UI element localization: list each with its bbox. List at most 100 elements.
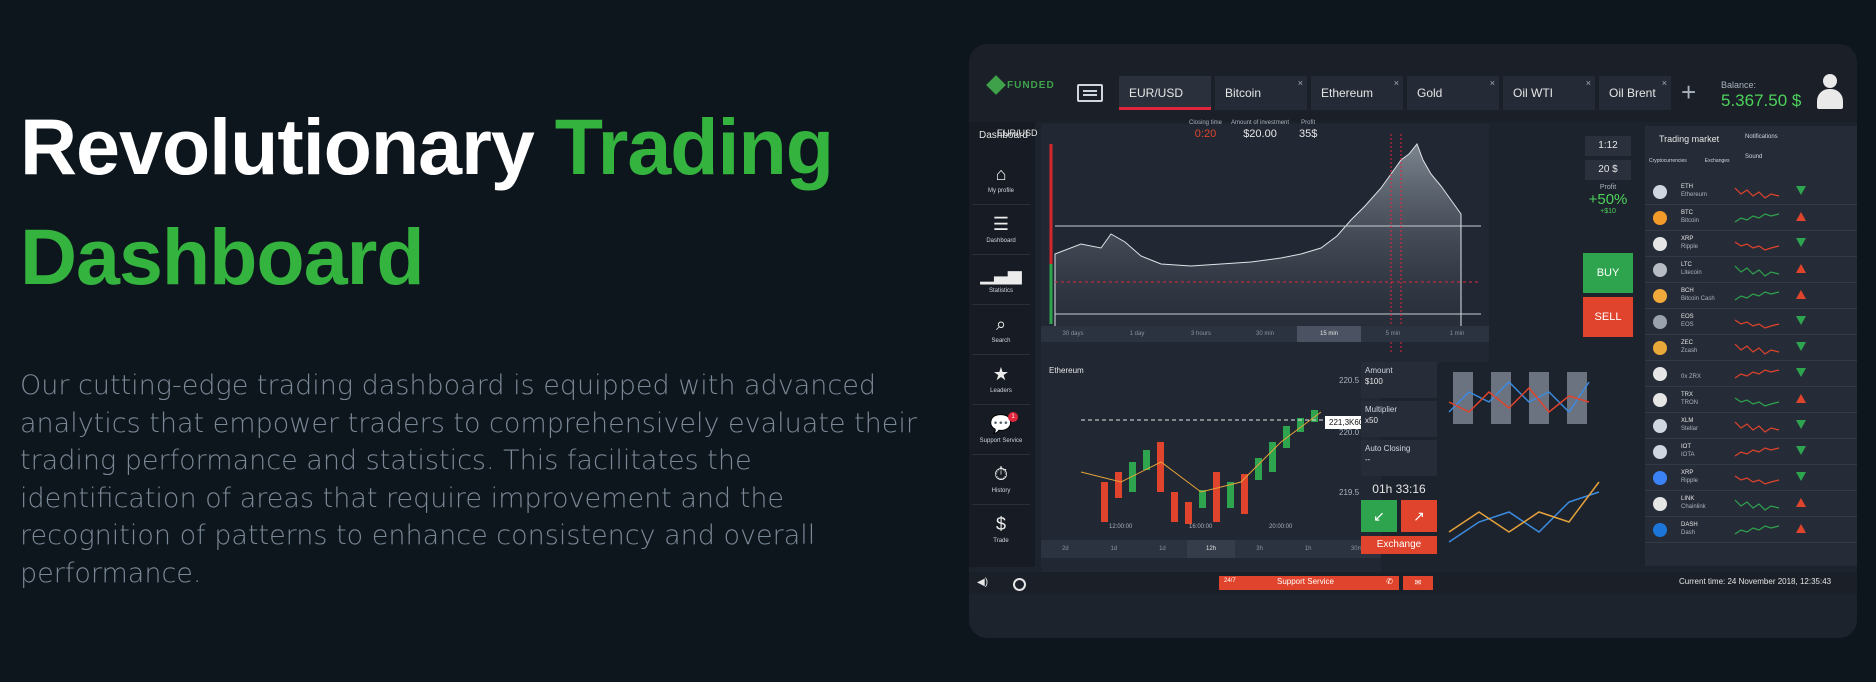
price-axis-label: 220.5	[1339, 376, 1360, 385]
buy-button[interactable]: BUY	[1583, 253, 1633, 293]
monitor-icon[interactable]	[1077, 84, 1103, 102]
range-selector[interactable]: 30 days 1 day 3 hours 30 min 15 min 5 mi…	[1041, 326, 1489, 342]
coin-name: Ripple	[1681, 244, 1699, 250]
tab-bitcoin[interactable]: Bitcoin ×	[1215, 76, 1307, 110]
coin-name: Dash	[1681, 530, 1696, 536]
coin-icon	[1653, 341, 1667, 355]
timeframe-option[interactable]: 3h	[1235, 540, 1284, 558]
add-tab-icon[interactable]: +	[1681, 79, 1696, 105]
multiplier-field[interactable]: Multiplier x50	[1361, 401, 1437, 437]
direction-buttons: ↙ ↗	[1361, 500, 1437, 532]
sidebar-item-leaders[interactable]: ★ Leaders	[972, 362, 1030, 405]
timeframe-option[interactable]: 1d	[1090, 540, 1139, 558]
market-row[interactable]: LTC Litecoin	[1645, 258, 1857, 283]
market-row[interactable]: LINK Chainlink	[1645, 492, 1857, 517]
market-row[interactable]: ZEC Zcash	[1645, 336, 1857, 361]
list-icon: ☰	[992, 214, 1010, 234]
sidebar-item-trade[interactable]: $ Trade	[972, 512, 1030, 554]
market-row[interactable]: 0x ZRX	[1645, 362, 1857, 387]
market-row[interactable]: BCH Bitcoin Cash	[1645, 284, 1857, 309]
arrow-down-left-icon[interactable]: ↙	[1361, 500, 1397, 532]
tab-cryptocurrencies[interactable]: Cryptocurrencies	[1649, 158, 1687, 164]
timeframe-selector[interactable]: 2d 1d 1d 12h 3h 1h 30m	[1041, 540, 1381, 558]
timeframe-option-active[interactable]: 12h	[1186, 540, 1236, 558]
sparkline	[1734, 369, 1780, 379]
sidebar-item-my-profile[interactable]: ⌂ My profile	[972, 162, 1030, 205]
home-icon: ⌂	[995, 164, 1007, 184]
close-icon[interactable]: ×	[1490, 78, 1495, 88]
sidebar-item-support[interactable]: 💬 1 Support Service	[972, 412, 1030, 455]
investment-value: $20.00	[1243, 128, 1277, 140]
close-icon[interactable]: ×	[1298, 78, 1303, 88]
timeframe-option[interactable]: 1h	[1284, 540, 1333, 558]
bar-chart-icon: ▁▃▅	[980, 264, 1022, 284]
range-option[interactable]: 30 days	[1041, 326, 1105, 342]
mini-line-orange	[1448, 481, 1600, 533]
close-icon[interactable]: ×	[1394, 78, 1399, 88]
notifications-toggle[interactable]: Notifications	[1745, 134, 1778, 140]
exchange-button[interactable]: Exchange	[1361, 536, 1437, 554]
market-row[interactable]: EOS EOS	[1645, 310, 1857, 335]
market-row[interactable]: XLM Stellar	[1645, 414, 1857, 439]
tab-label: EUR/USD	[1129, 86, 1184, 100]
market-row[interactable]: XRP Ripple	[1645, 232, 1857, 257]
sparkline	[1734, 213, 1780, 223]
multiplier-value: x50	[1365, 416, 1378, 425]
close-icon[interactable]: ×	[1662, 78, 1667, 88]
timeframe-option[interactable]: 1d	[1138, 540, 1187, 558]
sidebar-item-search[interactable]: ⌕ Search	[972, 312, 1030, 355]
tab-label: Ethereum	[1321, 86, 1374, 100]
trading-market-panel: Trading market Notifications Sound Crypt…	[1645, 126, 1857, 566]
investment-stat: Amount of investment $20.00	[1231, 120, 1289, 140]
tab-eur-usd[interactable]: EUR/USD	[1119, 76, 1211, 110]
range-option[interactable]: 5 min	[1361, 326, 1425, 342]
market-row[interactable]: TRX TRON	[1645, 388, 1857, 413]
avatar-body	[1817, 89, 1843, 109]
sell-button[interactable]: SELL	[1583, 297, 1633, 337]
amount-field[interactable]: Amount $100	[1361, 362, 1437, 398]
support-service-button[interactable]: 24/7 Support Service ✆	[1219, 576, 1399, 590]
trend-arrow-icon	[1796, 316, 1806, 325]
price-area	[1054, 143, 1462, 337]
range-option[interactable]: 1 min	[1425, 326, 1489, 342]
range-option-active[interactable]: 15 min	[1297, 326, 1361, 342]
speaker-icon[interactable]: ◀)	[977, 577, 988, 588]
coin-name: Ripple	[1681, 478, 1699, 484]
arrow-up-right-icon[interactable]: ↗	[1401, 500, 1437, 532]
coin-icon	[1653, 263, 1667, 277]
tab-oil-wti[interactable]: Oil WTI ×	[1503, 76, 1595, 110]
tab-oil-brent[interactable]: Oil Brent ×	[1599, 76, 1671, 110]
market-row[interactable]: ETH Ethereum	[1645, 180, 1857, 205]
support-hours: 24/7	[1224, 578, 1236, 584]
sidebar-item-history[interactable]: ⏱ History	[972, 462, 1030, 505]
range-option[interactable]: 1 day	[1105, 326, 1169, 342]
auto-closing-field[interactable]: Auto Closing --	[1361, 440, 1437, 476]
time-stepper[interactable]: 1:12	[1585, 136, 1631, 156]
market-row[interactable]: XRP Ripple	[1645, 466, 1857, 491]
coin-icon	[1653, 211, 1667, 225]
mail-icon[interactable]: ✉	[1403, 576, 1433, 590]
close-icon[interactable]: ×	[1586, 78, 1591, 88]
tab-gold[interactable]: Gold ×	[1407, 76, 1499, 110]
coin-name: TRON	[1681, 400, 1698, 406]
amount-stepper[interactable]: 20 $	[1585, 160, 1631, 180]
trend-arrow-icon	[1796, 472, 1806, 481]
market-row[interactable]: IOT IOTA	[1645, 440, 1857, 465]
range-option[interactable]: 3 hours	[1169, 326, 1233, 342]
sidebar-item-dashboard[interactable]: ☰ Dashboard	[972, 212, 1030, 255]
range-option[interactable]: 30 min	[1233, 326, 1297, 342]
timeframe-option[interactable]: 2d	[1041, 540, 1090, 558]
market-row[interactable]: BTC Bitcoin	[1645, 206, 1857, 231]
sidebar-item-statistics[interactable]: ▁▃▅ Statistics	[972, 262, 1030, 305]
tab-ethereum[interactable]: Ethereum ×	[1311, 76, 1403, 110]
market-row[interactable]: DASH Dash	[1645, 518, 1857, 543]
avatar[interactable]	[1815, 74, 1845, 110]
profit-value: 35$	[1299, 128, 1318, 140]
support-label: Support Service	[1277, 577, 1334, 586]
trend-arrow-icon	[1796, 394, 1806, 403]
trend-arrow-icon	[1796, 420, 1806, 429]
sound-toggle[interactable]: Sound	[1745, 154, 1762, 160]
tab-exchanges[interactable]: Exchanges	[1705, 158, 1730, 164]
record-icon[interactable]	[1013, 578, 1026, 591]
coin-icon	[1653, 367, 1667, 381]
